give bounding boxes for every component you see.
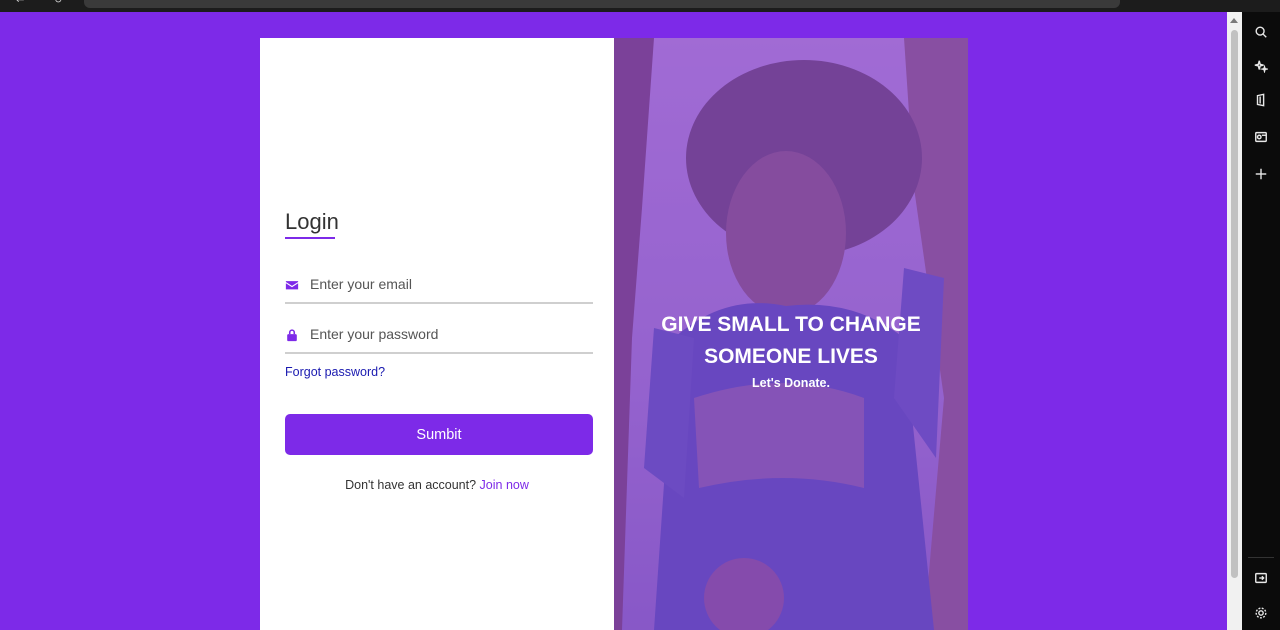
login-title: Login [285,209,339,234]
gear-icon[interactable] [1252,604,1270,622]
sparkle-icon[interactable] [1252,57,1270,75]
refresh-icon[interactable]: ↻ [54,0,62,6]
title-underline [285,237,335,239]
hero-heading-line1: GIVE SMALL TO CHANGE [661,313,921,336]
hero-subheading: Let's Donate. [752,376,830,390]
hero-image-panel: GIVE SMALL TO CHANGE SOMEONE LIVES Let's… [614,38,968,630]
office-icon[interactable] [1252,91,1270,109]
search-icon[interactable] [1252,23,1270,41]
join-now-link[interactable]: Join now [480,478,529,492]
login-form: Login Forgot password? Sumbit Don't have… [260,38,614,630]
submit-button[interactable]: Sumbit [285,414,593,455]
browser-toolbar: ← ↻ [0,0,1280,12]
page-scrollbar[interactable] [1227,12,1242,630]
add-icon[interactable] [1252,165,1270,183]
address-bar[interactable] [84,0,1120,8]
panel-icon[interactable] [1252,569,1270,587]
signup-prompt: Don't have an account? Join now [260,478,614,492]
email-field[interactable] [285,264,593,304]
password-input[interactable] [310,322,590,346]
hero-heading-line2: SOMEONE LIVES [704,345,878,368]
sidebar-divider [1248,557,1274,558]
scrollbar-thumb[interactable] [1231,30,1238,578]
browser-sidebar [1242,12,1280,630]
scroll-up-icon[interactable] [1230,18,1238,23]
envelope-icon [285,277,299,291]
outlook-icon[interactable] [1252,128,1270,146]
signup-prompt-text: Don't have an account? [345,478,477,492]
forgot-password-link[interactable]: Forgot password? [285,365,385,379]
login-card: Login Forgot password? Sumbit Don't have… [260,38,968,630]
email-input[interactable] [310,272,590,296]
hero-text: GIVE SMALL TO CHANGE SOMEONE LIVES Let's… [614,309,968,390]
lock-icon [285,327,299,342]
password-field[interactable] [285,314,593,354]
back-icon[interactable]: ← [16,0,24,6]
